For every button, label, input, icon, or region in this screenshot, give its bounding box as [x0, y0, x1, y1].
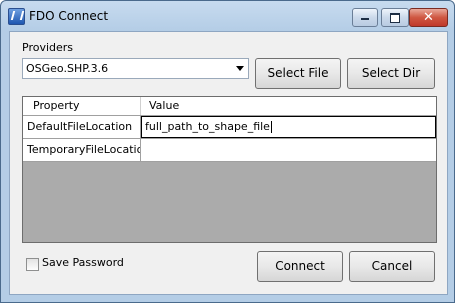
providers-dropdown[interactable]: OSGeo.SHP.3.6 [22, 58, 249, 79]
column-header-value[interactable]: Value [141, 97, 436, 115]
fdo-connect-window: FDO Connect ✕ Providers OSGeo.SHP.3.6 Se… [0, 0, 455, 303]
value-cell-editor[interactable]: full_path_to_shape_file [141, 116, 436, 138]
value-cell-text: full_path_to_shape_file [145, 120, 270, 133]
maximize-icon [390, 13, 400, 23]
property-cell[interactable]: TemporaryFileLocation [23, 139, 141, 161]
value-cell[interactable] [141, 139, 436, 161]
properties-grid[interactable]: Property Value DefaultFileLocation full_… [22, 96, 437, 243]
cancel-button[interactable]: Cancel [349, 251, 435, 282]
select-file-button[interactable]: Select File [255, 58, 341, 89]
minimize-button[interactable] [352, 8, 378, 27]
save-password-checkbox[interactable] [26, 258, 39, 271]
text-caret [270, 121, 272, 133]
chevron-down-icon[interactable] [236, 66, 244, 71]
providers-selected-value: OSGeo.SHP.3.6 [26, 62, 109, 75]
app-icon [8, 8, 25, 25]
grid-row[interactable]: TemporaryFileLocation [23, 139, 436, 162]
close-button[interactable]: ✕ [409, 8, 448, 27]
grid-header: Property Value [23, 97, 436, 116]
select-dir-button[interactable]: Select Dir [347, 58, 435, 89]
close-icon: ✕ [423, 10, 434, 25]
column-header-property[interactable]: Property [23, 97, 141, 115]
minimize-icon [361, 18, 369, 20]
providers-label: Providers [22, 41, 74, 54]
dialog-body: Providers OSGeo.SHP.3.6 Select File Sele… [9, 31, 448, 295]
connect-button[interactable]: Connect [257, 251, 343, 282]
maximize-button[interactable] [381, 8, 409, 27]
property-cell[interactable]: DefaultFileLocation [23, 116, 141, 138]
title-bar[interactable]: FDO Connect ✕ [1, 1, 454, 31]
grid-row[interactable]: DefaultFileLocation full_path_to_shape_f… [23, 116, 436, 139]
save-password-label[interactable]: Save Password [42, 256, 124, 269]
window-title: FDO Connect [29, 9, 109, 23]
